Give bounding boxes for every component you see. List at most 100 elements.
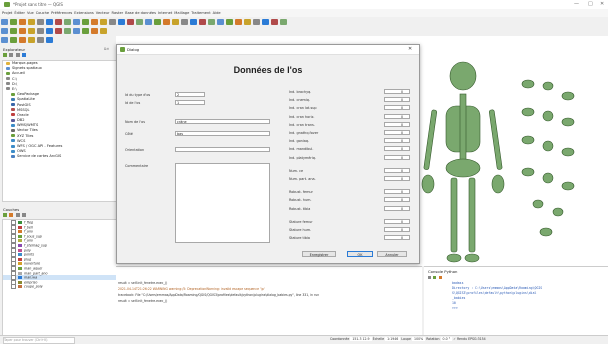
toolbar-tool-icon[interactable] [10,37,17,43]
orientation-input[interactable] [175,147,270,152]
rotation-value[interactable]: 0.0 ° [440,337,453,341]
menu-item[interactable]: Éditer [14,11,25,15]
index-spinbox[interactable]: 0 [384,121,410,127]
toolbar-tool-icon[interactable] [64,19,71,25]
index-spinbox[interactable]: 0 [384,176,410,181]
index-spinbox[interactable]: 0 [384,189,410,195]
index-spinbox[interactable]: 0 [384,146,410,152]
index-spinbox[interactable]: 0 [384,227,410,232]
cote-input[interactable]: bas [175,131,270,136]
filter-legend-icon[interactable] [21,213,26,217]
toolbar-tool-icon[interactable] [1,19,8,25]
menu-item[interactable]: Maillage [174,11,189,15]
index-spinbox[interactable]: 0 [384,154,410,160]
toolbar-tool-icon[interactable] [280,19,287,25]
index-spinbox[interactable]: 0 [384,235,410,241]
commentaire-textarea[interactable] [175,163,270,243]
toolbar-tool-icon[interactable] [55,28,62,34]
toolbar-tool-icon[interactable] [172,19,179,25]
toolbar-tool-icon[interactable] [37,28,44,34]
toolbar-tool-icon[interactable] [154,19,161,25]
index-spinbox[interactable]: 0 [384,197,410,203]
explorer-item[interactable]: Service de cartes ArcGIS [3,154,117,159]
toolbar-tool-icon[interactable] [28,37,35,43]
toolbar-tool-icon[interactable] [91,28,98,34]
menu-item[interactable]: Aide [213,11,221,15]
index-spinbox[interactable]: 0 [384,167,410,173]
toolbar-tool-icon[interactable] [1,28,8,34]
menu-item[interactable]: Vue [27,11,34,15]
index-spinbox[interactable]: 0 [384,218,410,224]
panel-close-icon[interactable]: ⧉✕ [104,47,109,51]
toolbar-tool-icon[interactable] [262,19,269,25]
toolbar-tool-icon[interactable] [10,28,17,34]
toolbar-tool-icon[interactable] [10,19,17,25]
toolbar-tool-icon[interactable] [46,19,53,25]
crs-button[interactable]: EPSG:3154 [468,337,486,341]
toolbar-tool-icon[interactable] [109,19,116,25]
index-spinbox[interactable]: 0 [384,130,410,135]
toolbar-tool-icon[interactable] [199,19,206,25]
toolbar-tool-icon[interactable] [37,19,44,25]
toolbar-tool-icon[interactable] [82,28,89,34]
index-spinbox[interactable]: 0 [384,97,410,103]
properties-icon[interactable] [21,53,26,57]
coordinate-value[interactable]: 151.3 12.9 [350,337,372,341]
menu-item[interactable]: Extensions [74,11,94,15]
toolbar-tool-icon[interactable] [82,19,89,25]
save-button[interactable]: Enregistrer [302,251,336,257]
cancel-button[interactable]: Annuler [377,251,407,257]
id-os-input[interactable]: 1 [175,100,205,105]
toolbar-tool-icon[interactable] [226,19,233,25]
menu-item[interactable]: Projet [2,11,12,15]
toolbar-tool-icon[interactable] [208,19,215,25]
nom-os-input[interactable]: crâne [175,119,270,124]
clear-console-icon[interactable] [428,276,431,279]
toolbar-tool-icon[interactable] [46,37,53,43]
maximize-icon[interactable]: □ [588,1,593,7]
toolbar-tool-icon[interactable] [118,19,125,25]
menu-item[interactable]: Vecteur [96,11,110,15]
toolbar-tool-icon[interactable] [28,28,35,34]
magnifier-value[interactable]: 100% [412,337,426,341]
open-layer-styling-icon[interactable] [3,213,7,217]
index-spinbox[interactable]: 0 [384,113,410,119]
toolbar-tool-icon[interactable] [217,19,224,25]
manage-visibility-icon[interactable] [15,213,20,217]
toolbar-tool-icon[interactable] [64,28,71,34]
toolbar-tool-icon[interactable] [55,19,62,25]
toolbar-tool-icon[interactable] [145,19,152,25]
index-spinbox[interactable]: 0 [384,138,410,144]
minimize-icon[interactable]: — [574,1,579,7]
toolbar-tool-icon[interactable] [190,19,197,25]
toolbar-tool-icon[interactable] [73,28,80,34]
toolbar-tool-icon[interactable] [100,28,107,34]
toolbar-tool-icon[interactable] [46,28,53,34]
toolbar-tool-icon[interactable] [100,19,107,25]
toolbar-tool-icon[interactable] [271,19,278,25]
toolbar-tool-icon[interactable] [19,37,26,43]
ok-button[interactable]: OK [347,251,373,257]
layer-item[interactable]: coupe_poly [3,284,117,290]
layer-visibility-checkbox[interactable] [11,284,16,290]
toolbar-tool-icon[interactable] [253,19,260,25]
refresh-icon[interactable] [3,53,7,57]
toolbar-tool-icon[interactable] [37,37,44,43]
editor-icon[interactable] [438,276,442,279]
id-type-os-input[interactable]: 2 [175,92,205,97]
menu-item[interactable]: Couche [36,11,49,15]
toolbar-tool-icon[interactable] [136,19,143,25]
index-spinbox[interactable]: 0 [384,205,410,211]
collapse-icon[interactable] [15,53,20,57]
toolbar-tool-icon[interactable] [1,37,8,43]
menu-item[interactable]: Raster [112,11,124,15]
menu-item[interactable]: Internet [158,11,172,15]
toolbar-tool-icon[interactable] [19,19,26,25]
menu-item[interactable]: Traitement [191,11,210,15]
toolbar-tool-icon[interactable] [163,19,170,25]
dialog-close-icon[interactable]: ✕ [408,46,412,52]
run-icon[interactable] [433,276,437,279]
toolbar-tool-icon[interactable] [244,19,251,25]
toolbar-tool-icon[interactable] [73,19,80,25]
locator-search-input[interactable]: Taper pour trouver (Ctrl+K) [3,337,75,344]
